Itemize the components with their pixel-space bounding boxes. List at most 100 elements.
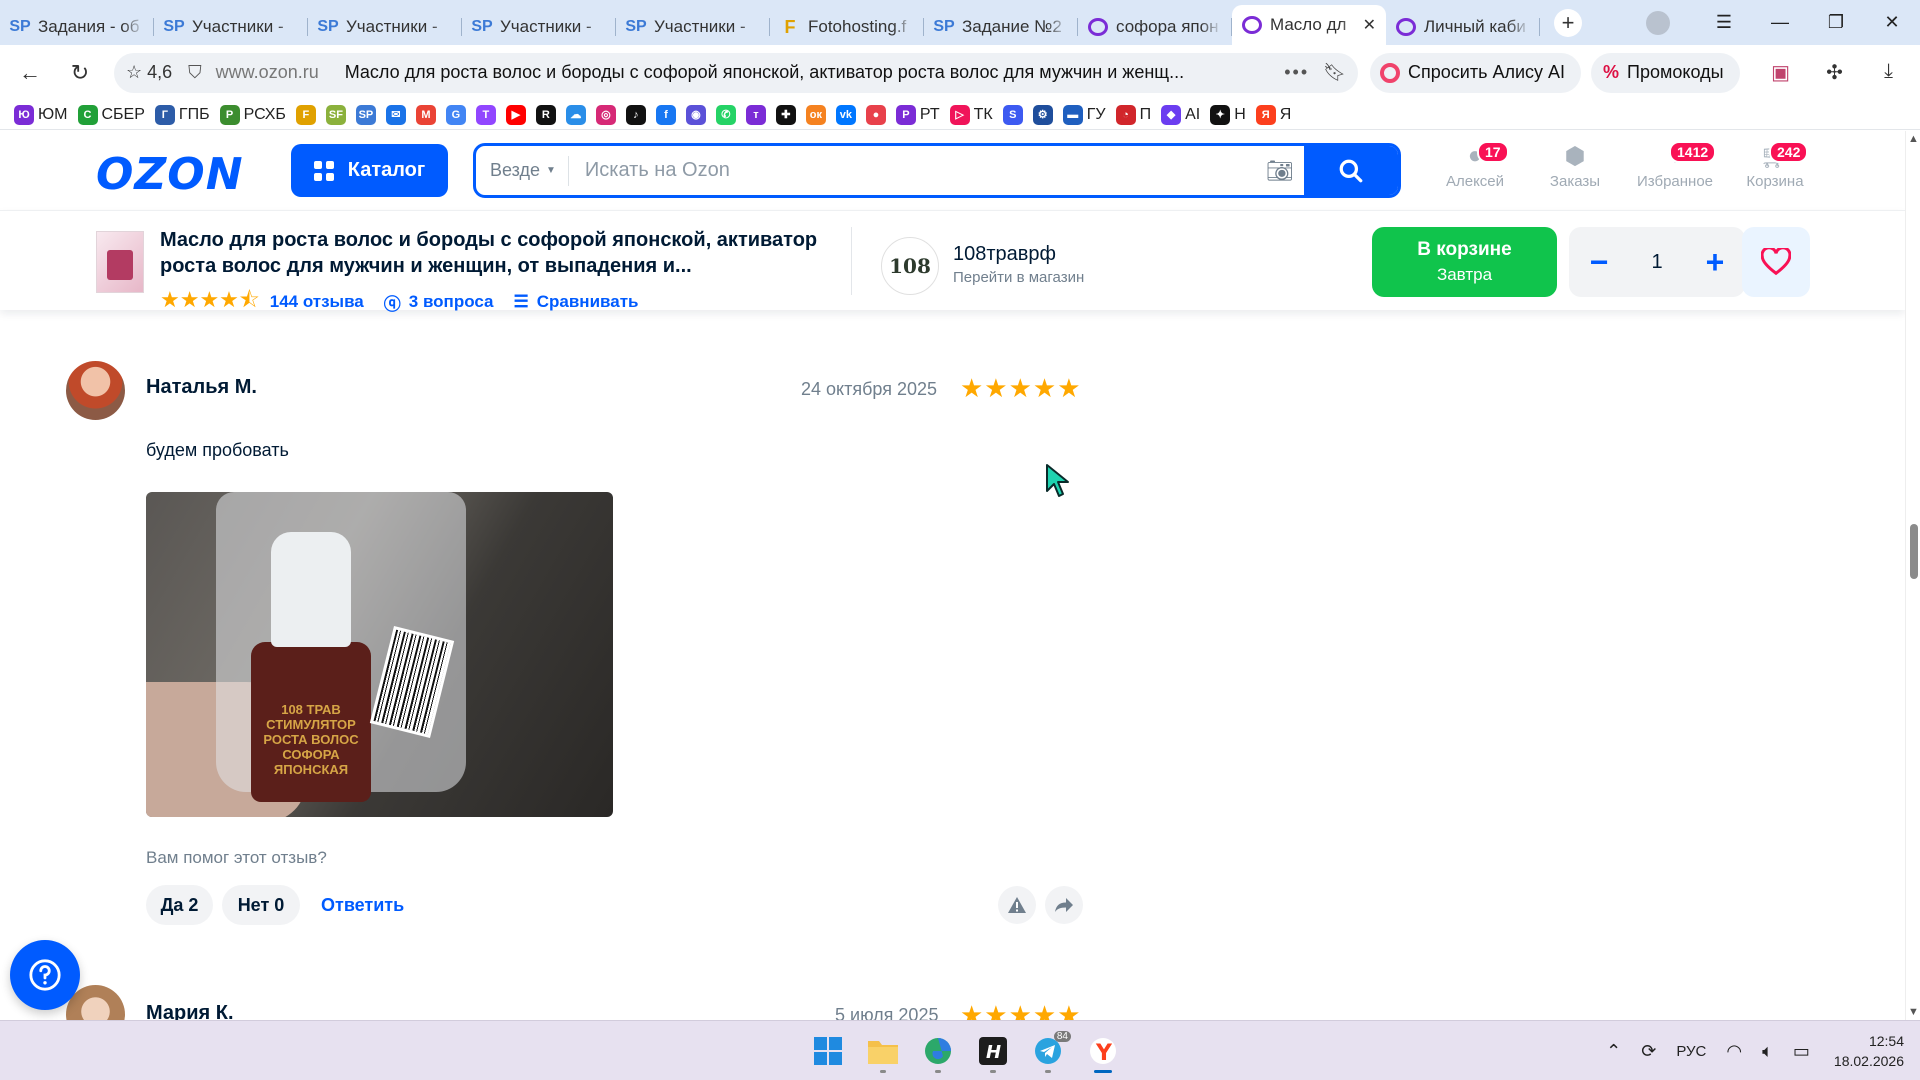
reviews-link[interactable]: 144 отзыва (270, 292, 364, 312)
sync-icon[interactable]: ⟳ (1641, 1041, 1656, 1062)
browser-tab[interactable]: Масло дл ✕ (1232, 5, 1386, 45)
bookmark-item[interactable]: Р РТ (895, 104, 940, 125)
bookmark-item[interactable]: SF (325, 104, 346, 125)
scroll-up-icon[interactable]: ▲ (1908, 133, 1919, 145)
favorite-button[interactable] (1742, 227, 1810, 297)
increase-button[interactable]: + (1703, 244, 1727, 281)
restore-button[interactable]: ❐ (1808, 12, 1864, 33)
browser-tab[interactable]: Личный каби (1386, 9, 1540, 45)
bookmark-item[interactable]: f (655, 104, 676, 125)
avatar[interactable] (66, 361, 125, 420)
back-button[interactable]: ← (10, 53, 50, 93)
bookmark-item[interactable]: ◎ (595, 104, 616, 125)
menu-icon[interactable]: ☰ (1696, 12, 1752, 33)
picture-icon[interactable]: ▣ (1754, 60, 1808, 85)
helpful-yes-button[interactable]: Да 2 (146, 885, 213, 925)
decrease-button[interactable]: − (1587, 244, 1611, 281)
promo-button[interactable]: % Промокоды (1591, 52, 1740, 93)
alisa-button[interactable]: Спросить Алису AI (1370, 52, 1582, 93)
taskbar-app-h[interactable]: H (965, 1029, 1020, 1073)
product-title[interactable]: Масло для роста волос и бороды с софорой… (160, 227, 820, 279)
url-field[interactable]: ☆ 4,6 ⛉ www.ozon.ru Масло для роста воло… (114, 52, 1358, 93)
review-author[interactable]: Наталья М. (146, 376, 257, 399)
bookmark-item[interactable]: ✆ (715, 104, 736, 125)
shield-icon[interactable]: ⛉ (188, 62, 202, 83)
browser-tab[interactable]: SP Участники - (308, 9, 462, 45)
scroll-thumb[interactable] (1910, 524, 1918, 579)
header-orders-link[interactable]: ⬢ Заказы (1525, 141, 1625, 191)
bookmark-item[interactable]: SP (355, 104, 376, 125)
bookmark-icon[interactable]: 🔖︎ (1323, 62, 1346, 83)
seller-store-link[interactable]: Перейти в магазин (953, 269, 1084, 286)
bookmark-item[interactable]: Р РСХБ (219, 104, 286, 125)
extensions-icon[interactable]: ✣ (1808, 60, 1862, 85)
bookmark-item[interactable]: ♪ (625, 104, 646, 125)
bookmark-item[interactable]: ЯЯ (1255, 104, 1291, 125)
bookmark-item[interactable]: T (475, 104, 496, 125)
header-heart-link[interactable]: ♥Избранное1412 (1625, 141, 1725, 190)
ozon-logo[interactable]: OZON (96, 149, 244, 200)
bookmark-item[interactable]: ◔ П (1115, 104, 1151, 125)
browser-tab[interactable]: SP Участники - (462, 9, 616, 45)
chevron-up-icon[interactable]: ⌃ (1606, 1041, 1621, 1062)
volume-icon[interactable]: 🔈︎ (1762, 1041, 1773, 1062)
report-button[interactable] (998, 886, 1036, 924)
bookmark-item[interactable]: G (445, 104, 466, 125)
bookmark-item[interactable]: Ю ЮМ (14, 104, 68, 125)
compare-link[interactable]: ☰ Сравнивать (513, 292, 638, 312)
bookmark-item[interactable]: ◉ (685, 104, 706, 125)
bookmark-item[interactable]: ▬ ГУ (1062, 104, 1106, 125)
taskbar-yandex-browser[interactable]: Y (1075, 1029, 1130, 1073)
bookmark-item[interactable]: С СБЕР (77, 104, 145, 125)
close-tab-icon[interactable]: ✕ (1363, 15, 1376, 35)
bookmark-item[interactable]: ✚ (775, 104, 796, 125)
bookmark-item[interactable]: т (745, 104, 766, 125)
new-tab-button[interactable]: + (1554, 8, 1582, 37)
bookmark-item[interactable]: ● (865, 104, 886, 125)
reply-button[interactable]: Ответить (321, 895, 404, 916)
search-scope-select[interactable]: Везде ▼ (476, 155, 569, 186)
more-icon[interactable]: ••• (1284, 62, 1309, 83)
bookmark-item[interactable]: ☁ (565, 104, 586, 125)
scroll-down-icon[interactable]: ▼ (1908, 1006, 1919, 1018)
bookmark-item[interactable]: ✉ (385, 104, 406, 125)
header-cart-link[interactable]: 🛒︎Корзина242 (1725, 141, 1825, 190)
bookmark-item[interactable]: ⚙ (1032, 104, 1053, 125)
bookmark-item[interactable]: F (295, 104, 316, 125)
taskbar-edge[interactable] (910, 1029, 965, 1073)
bookmark-item[interactable]: ✦ Н (1210, 104, 1246, 125)
bookmark-item[interactable]: Г ГПБ (154, 104, 210, 125)
bookmark-item[interactable]: M (415, 104, 436, 125)
search-button[interactable] (1304, 146, 1398, 195)
in-cart-button[interactable]: В корзине Завтра (1372, 227, 1557, 297)
seller-logo[interactable]: 108 (881, 237, 939, 295)
profile-icon[interactable] (1646, 10, 1670, 35)
header-user-link[interactable]: ● Алексей 17 (1425, 141, 1525, 190)
site-rating[interactable]: ☆ 4,6 (126, 62, 172, 83)
browser-tab[interactable]: SP Участники - (154, 9, 308, 45)
start-button[interactable] (800, 1029, 855, 1073)
battery-icon[interactable]: ▭ (1793, 1041, 1810, 1062)
language-indicator[interactable]: РУС (1676, 1043, 1706, 1060)
close-window-button[interactable]: ✕ (1864, 12, 1920, 33)
bookmark-item[interactable]: ▷ ТК (949, 104, 993, 125)
review-photo[interactable]: 108 ТРАВ СТИМУЛЯТОР РОСТА ВОЛОС СОФОРА Я… (146, 492, 613, 817)
seller-name[interactable]: 108траврф (953, 243, 1056, 266)
browser-tab[interactable]: софора япон (1078, 9, 1232, 45)
product-thumbnail[interactable] (96, 231, 144, 293)
reload-button[interactable]: ↻ (60, 53, 100, 93)
download-icon[interactable]: ⤓ (1862, 60, 1916, 85)
browser-tab[interactable]: SP Участники - (616, 9, 770, 45)
browser-tab[interactable]: SP Задание №2 (924, 9, 1078, 45)
system-clock[interactable]: 12:54 18.02.2026 (1834, 1031, 1904, 1071)
search-input[interactable] (568, 159, 1256, 182)
help-button[interactable] (10, 940, 80, 1010)
helpful-no-button[interactable]: Нет 0 (222, 885, 300, 925)
browser-tab[interactable]: F Fotohosting.f (770, 9, 924, 45)
share-button[interactable] (1045, 886, 1083, 924)
taskbar-telegram[interactable]: 84 (1020, 1029, 1075, 1073)
catalog-button[interactable]: Каталог (291, 144, 448, 197)
bookmark-item[interactable]: S (1002, 104, 1023, 125)
taskbar-explorer[interactable] (855, 1029, 910, 1073)
bookmark-item[interactable]: ◆ AI (1161, 104, 1200, 125)
